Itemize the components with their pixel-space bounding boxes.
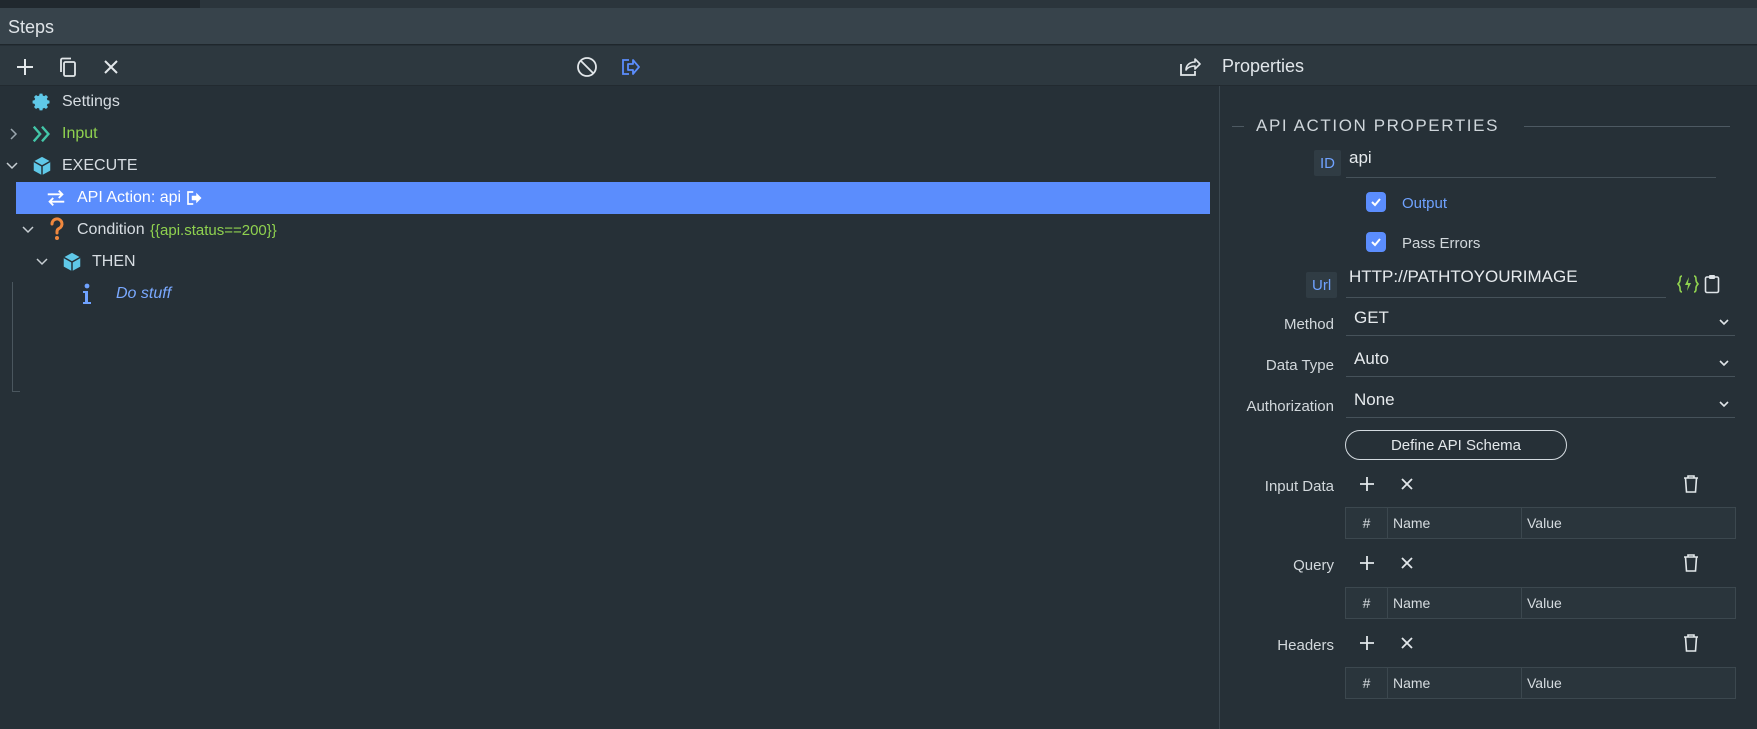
define-api-schema-button[interactable]: Define API Schema xyxy=(1345,430,1567,460)
close-icon[interactable] xyxy=(1396,632,1418,654)
cube-icon xyxy=(31,155,53,177)
steps-title-bar: Steps xyxy=(0,8,1757,45)
output-checkbox[interactable] xyxy=(1366,192,1386,212)
tree-item-then[interactable]: THEN xyxy=(16,246,1210,278)
add-icon[interactable] xyxy=(1356,473,1378,495)
disable-icon[interactable] xyxy=(574,54,600,80)
chevron-down-icon xyxy=(1719,401,1729,408)
question-mark-icon xyxy=(46,217,68,240)
tree-label-api-action: API Action: api xyxy=(77,189,182,206)
window-title: Steps xyxy=(8,17,55,37)
properties-panel: API ACTION PROPERTIES ID api Output Pass… xyxy=(1220,86,1757,729)
id-badge: ID xyxy=(1314,150,1341,176)
data-type-label: Data Type xyxy=(1265,357,1334,374)
input-data-grid-header: # Name Value xyxy=(1345,507,1736,539)
data-type-value: Auto xyxy=(1354,349,1389,368)
chevron-down-icon xyxy=(1719,360,1729,367)
chevron-down-icon[interactable] xyxy=(4,158,20,174)
grid-col-name: Name xyxy=(1388,668,1522,698)
query-label: Query xyxy=(1293,557,1334,574)
authorization-select[interactable]: None xyxy=(1346,390,1735,418)
tree-label-input: Input xyxy=(62,125,98,142)
output-step-icon[interactable] xyxy=(617,54,643,80)
input-data-label: Input Data xyxy=(1264,478,1334,495)
grid-col-value: Value xyxy=(1527,675,1562,691)
query-grid-header: # Name Value xyxy=(1345,587,1736,619)
method-label: Method xyxy=(1283,316,1334,333)
trash-icon[interactable] xyxy=(1680,473,1702,495)
tree-item-condition[interactable]: Condition {{api.status==200}} xyxy=(16,214,1210,246)
output-label[interactable]: Output xyxy=(1402,195,1447,212)
method-value: GET xyxy=(1354,308,1389,327)
grid-col-name: Name xyxy=(1388,508,1522,538)
section-header-rule-right xyxy=(1524,126,1730,127)
id-value: api xyxy=(1349,148,1372,167)
trash-icon[interactable] xyxy=(1680,632,1702,654)
gear-icon xyxy=(31,91,53,113)
share-icon[interactable] xyxy=(1176,54,1202,80)
grid-col-value: Value xyxy=(1527,595,1562,611)
toolbar: Properties xyxy=(0,46,1757,86)
pass-errors-label[interactable]: Pass Errors xyxy=(1402,235,1480,252)
tree-item-settings[interactable]: Settings xyxy=(0,86,1219,118)
url-value: HTTP://PATHTOYOURIMAGE xyxy=(1349,267,1578,286)
tree-label-then: THEN xyxy=(92,253,136,270)
data-type-select[interactable]: Auto xyxy=(1346,349,1735,377)
swap-arrows-icon xyxy=(45,187,67,209)
tree-item-input[interactable]: Input xyxy=(0,118,1219,150)
tree-label-settings: Settings xyxy=(62,93,120,110)
method-select[interactable]: GET xyxy=(1346,308,1735,336)
cube-icon xyxy=(61,251,83,273)
add-icon[interactable] xyxy=(1356,552,1378,574)
grid-col-value: Value xyxy=(1527,515,1562,531)
tree-item-execute[interactable]: EXECUTE xyxy=(0,150,1219,182)
section-header: API ACTION PROPERTIES xyxy=(1232,116,1737,136)
tree-guide-line-end xyxy=(12,391,20,392)
url-badge: Url xyxy=(1306,272,1338,298)
close-icon[interactable] xyxy=(98,54,124,80)
tree-label-condition: Condition xyxy=(77,221,145,238)
top-strip-highlight xyxy=(200,0,1757,8)
grid-col-index: # xyxy=(1346,588,1388,618)
close-icon[interactable] xyxy=(1396,552,1418,574)
url-input[interactable]: HTTP://PATHTOYOURIMAGE xyxy=(1346,267,1666,298)
chevron-down-icon xyxy=(1719,319,1729,326)
grid-col-index: # xyxy=(1346,508,1388,538)
id-input[interactable]: api xyxy=(1346,148,1716,178)
copy-icon[interactable] xyxy=(55,54,81,80)
condition-expression: {{api.status==200}} xyxy=(150,222,277,239)
tree-item-do-stuff[interactable]: Do stuff xyxy=(16,278,1210,310)
tree-item-api-action[interactable]: API Action: api xyxy=(16,182,1210,214)
authorization-label: Authorization xyxy=(1246,398,1334,415)
steps-tree-panel: Settings Input EXECUTE API Action: api C… xyxy=(0,86,1219,729)
tree-label-execute: EXECUTE xyxy=(62,157,138,174)
properties-title: Properties xyxy=(1222,56,1305,76)
dynamic-data-icon[interactable] xyxy=(1677,273,1699,295)
top-strip xyxy=(0,0,1757,8)
headers-label: Headers xyxy=(1277,637,1334,654)
section-title: API ACTION PROPERTIES xyxy=(1256,116,1500,135)
close-icon[interactable] xyxy=(1396,473,1418,495)
output-step-icon xyxy=(184,188,204,208)
authorization-value: None xyxy=(1354,390,1395,409)
tree-guide-line xyxy=(12,282,13,392)
add-icon[interactable] xyxy=(12,54,38,80)
pass-errors-checkbox[interactable] xyxy=(1366,232,1386,252)
headers-grid-header: # Name Value xyxy=(1345,667,1736,699)
grid-col-index: # xyxy=(1346,668,1388,698)
section-header-rule-left xyxy=(1232,126,1244,127)
input-chevrons-icon xyxy=(31,123,53,145)
trash-icon[interactable] xyxy=(1680,552,1702,574)
add-icon[interactable] xyxy=(1356,632,1378,654)
info-icon xyxy=(76,283,98,305)
tree-label-do-stuff: Do stuff xyxy=(116,285,172,302)
chevron-right-icon[interactable] xyxy=(5,126,21,142)
grid-col-name: Name xyxy=(1388,588,1522,618)
chevron-down-icon[interactable] xyxy=(34,254,50,270)
chevron-down-icon[interactable] xyxy=(20,222,36,238)
clipboard-icon[interactable] xyxy=(1701,273,1723,295)
